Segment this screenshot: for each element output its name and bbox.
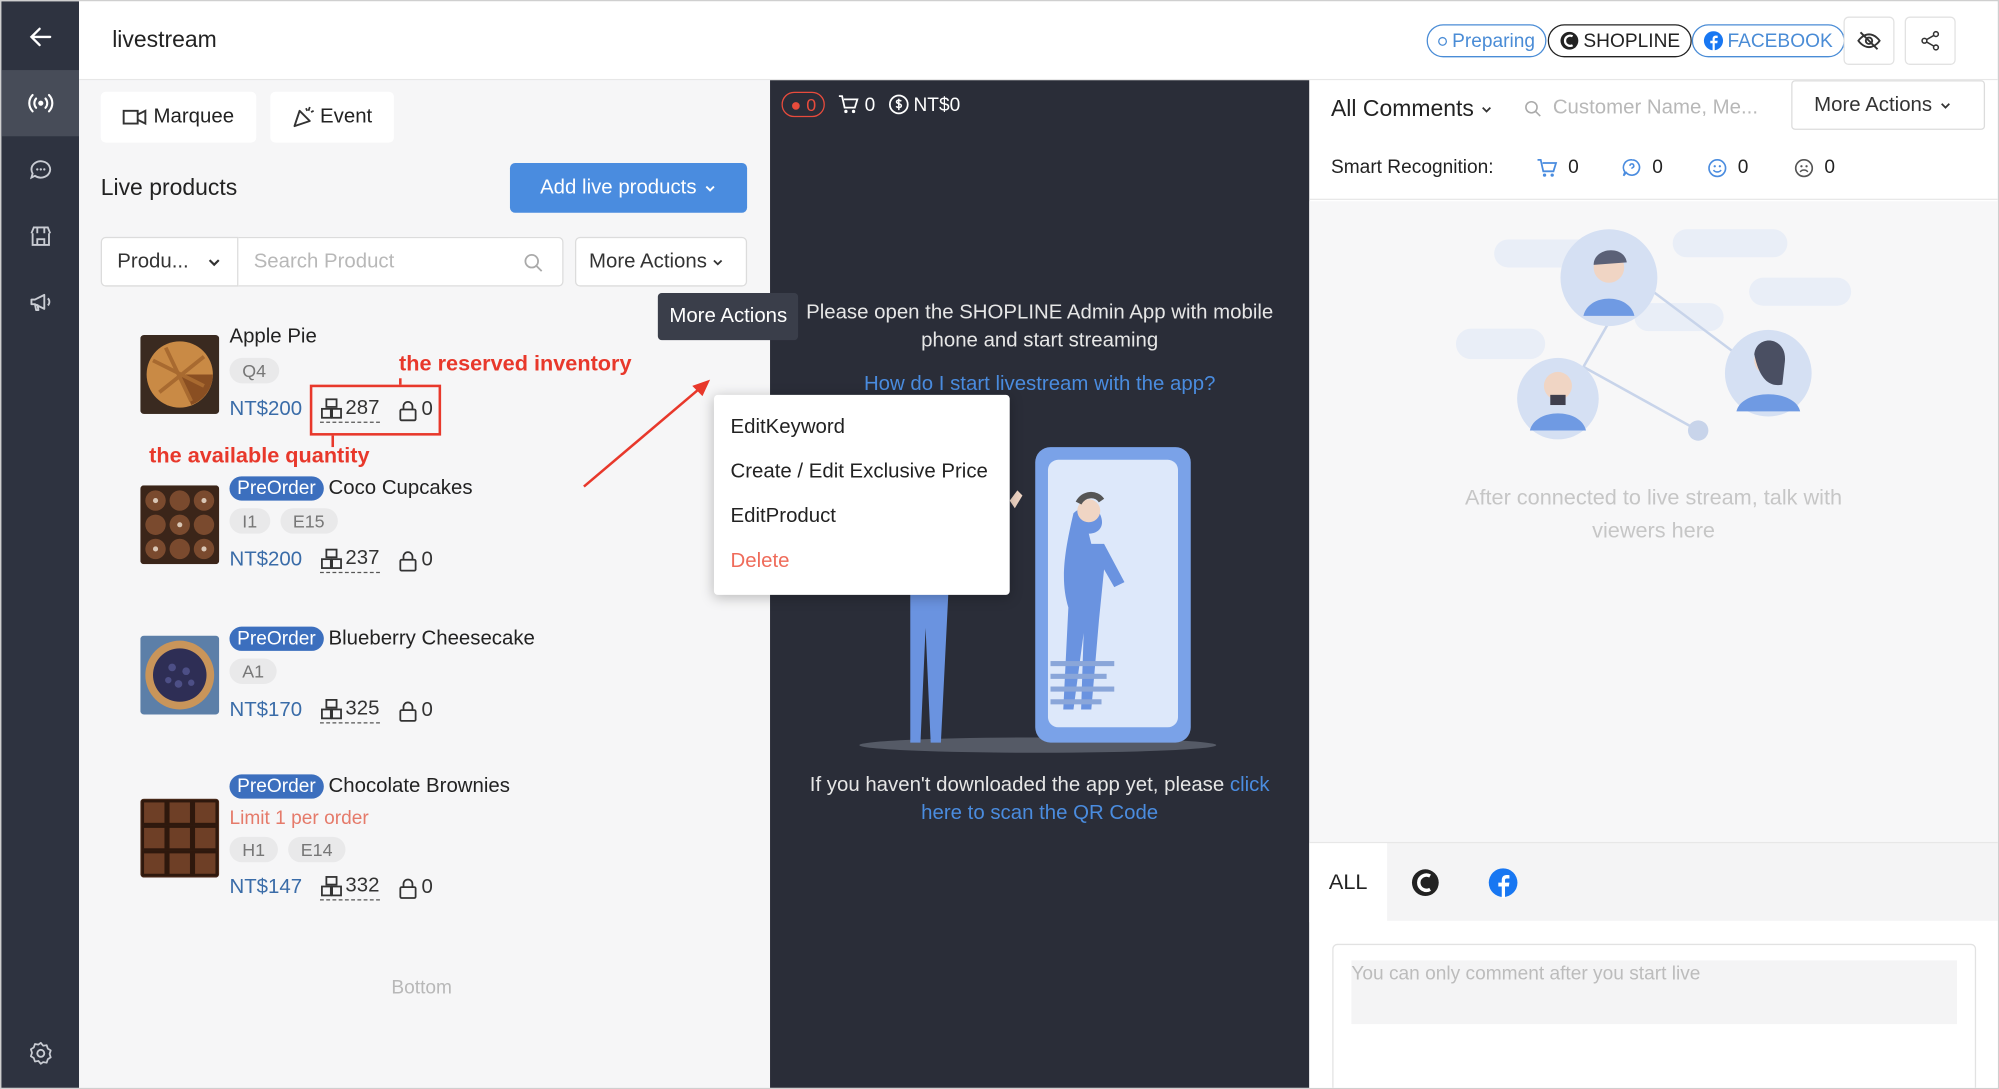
smart-cart-count[interactable]: 0: [1536, 156, 1579, 179]
comments-filter-dropdown[interactable]: All Comments: [1331, 96, 1493, 123]
menu-item-edit-keyword[interactable]: EditKeyword: [714, 405, 1010, 450]
frown-icon: [1794, 158, 1814, 177]
chevron-down-icon: [1482, 106, 1492, 113]
comments-panel: All Comments Customer Name, Me... More A…: [1309, 80, 1998, 1088]
shopline-logo-icon: [1411, 869, 1439, 897]
smart-recognition-label: Smart Recognition:: [1330, 156, 1494, 179]
annotation-available-label: the available quantity: [149, 443, 370, 468]
smart-count-value: 0: [1737, 156, 1749, 179]
comment-input-placeholder: You can only comment after you start liv…: [1351, 960, 1957, 1025]
cart-stat: 0: [838, 93, 876, 116]
smile-icon: [1708, 158, 1727, 177]
comment-source-tabs: ALL: [1309, 841, 1998, 923]
smart-positive-count[interactable]: 0: [1707, 156, 1749, 179]
comment-composer: You can only comment after you start liv…: [1309, 920, 1998, 1088]
tab-all[interactable]: ALL: [1309, 843, 1388, 923]
comment-input-box[interactable]: You can only comment after you start liv…: [1332, 943, 1977, 1088]
app-window: livestream Preparing SHOPLINE FACEBOOK M…: [0, 0, 1999, 1089]
smart-count-value: 0: [1652, 156, 1663, 179]
stream-instructions: Please open the SHOPLINE Admin App with …: [806, 301, 1274, 352]
comments-more-actions-label: More Actions: [1814, 93, 1933, 116]
download-hint-text: If you haven't downloaded the app yet, p…: [809, 774, 1225, 797]
chevron-down-icon: [1941, 102, 1951, 109]
question-bubble-icon: [1622, 158, 1641, 176]
tab-shopline[interactable]: [1409, 843, 1442, 922]
chat-people-illustration: [1455, 229, 1852, 441]
smart-count-value: 0: [1568, 156, 1579, 179]
smart-question-count[interactable]: 0: [1622, 156, 1663, 179]
comments-search-placeholder: Customer Name, Me...: [1552, 96, 1759, 119]
smart-negative-count[interactable]: 0: [1794, 156, 1836, 179]
comments-empty-state: After connected to live stream, talk wit…: [1309, 201, 1998, 842]
cart-count: 0: [864, 93, 876, 116]
annotation-reserved-label: the reserved inventory: [399, 351, 632, 376]
facebook-logo-icon: [1488, 868, 1518, 898]
download-hint: If you haven't downloaded the app yet, p…: [796, 772, 1284, 828]
comments-toolbar: All Comments Customer Name, Me... More A…: [1309, 80, 1998, 200]
help-link[interactable]: How do I start livestream with the app?: [770, 373, 1309, 396]
comments-filter-label: All Comments: [1330, 95, 1474, 122]
smart-count-value: 0: [1824, 156, 1836, 179]
comments-search-input[interactable]: Customer Name, Me...: [1524, 96, 1759, 120]
search-icon: [1525, 100, 1541, 116]
cart-icon: [839, 95, 859, 114]
live-viewer-count: ● 0: [781, 91, 826, 118]
live-count-value: 0: [806, 94, 817, 115]
menu-item-delete[interactable]: Delete: [714, 539, 1010, 584]
cart-icon: [1537, 158, 1558, 177]
dollar-circle-icon: [888, 94, 908, 115]
stream-stats: ● 0 0 NT$0: [781, 91, 961, 118]
menu-item-edit-product[interactable]: EditProduct: [714, 494, 1010, 539]
product-actions-menu: EditKeyword Create / Edit Exclusive Pric…: [713, 394, 1010, 595]
empty-state-text: After connected to live stream, talk wit…: [1465, 485, 1843, 543]
more-actions-tooltip: More Actions: [657, 292, 799, 341]
comments-more-actions-button[interactable]: More Actions: [1791, 80, 1986, 130]
menu-item-exclusive-price[interactable]: Create / Edit Exclusive Price: [714, 450, 1010, 495]
revenue-stat: NT$0: [888, 93, 961, 116]
tab-facebook[interactable]: [1487, 843, 1520, 922]
revenue-value: NT$0: [913, 93, 961, 116]
